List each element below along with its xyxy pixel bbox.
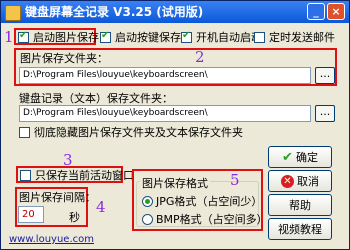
hide-folders-checkbox[interactable]: 彻底隐藏图片保存文件夹及文本保存文件夹 bbox=[19, 125, 243, 139]
checkbox-box bbox=[18, 30, 29, 43]
image-folder-label: 图片保存文件夹： bbox=[20, 52, 108, 65]
help-button[interactable]: 帮助 bbox=[268, 194, 332, 216]
cancel-icon: ✕ bbox=[281, 174, 294, 188]
active-window-only-checkbox[interactable]: 只保存当前活动窗口 bbox=[20, 168, 134, 182]
annotation-4: 4 bbox=[96, 198, 106, 216]
start-image-save-checkbox[interactable]: 启动图片保存 bbox=[18, 30, 99, 44]
text-folder-label: 键盘记录（文本）保存文件夹： bbox=[19, 92, 173, 105]
window-title: 键盘屏幕全记录 V3.25 (试用版) bbox=[25, 5, 204, 19]
auto-start-checkbox[interactable]: 开机自动启动 bbox=[181, 30, 262, 44]
cancel-button[interactable]: ✕ 取消 bbox=[268, 170, 332, 192]
checkbox-box bbox=[19, 126, 30, 138]
ok-button[interactable]: ✔ 确定 bbox=[268, 146, 332, 168]
timed-email-checkbox[interactable]: 定时发送邮件 bbox=[254, 30, 335, 44]
title-bar: 键盘屏幕全记录 V3.25 (试用版) _ × bbox=[1, 1, 349, 23]
radio-dot bbox=[142, 195, 153, 207]
checkbox-box bbox=[254, 31, 265, 43]
radio-dot bbox=[142, 213, 153, 225]
annotation-5: 5 bbox=[230, 171, 240, 189]
check-icon: ✔ bbox=[282, 149, 293, 165]
close-button[interactable]: × bbox=[327, 3, 345, 20]
image-folder-browse-button[interactable]: ... bbox=[315, 67, 335, 84]
interval-input[interactable]: 20 bbox=[18, 206, 44, 223]
website-link[interactable]: www.louyue.com bbox=[9, 234, 94, 245]
checkbox-box bbox=[181, 30, 192, 43]
annotation-1: 1 bbox=[4, 28, 14, 46]
checkbox-box bbox=[100, 30, 111, 43]
text-folder-browse-button[interactable]: ... bbox=[315, 105, 335, 122]
start-key-save-checkbox[interactable]: 启动按键保存 bbox=[100, 30, 181, 44]
app-icon bbox=[5, 5, 21, 21]
text-folder-input[interactable]: D:\Program Files\louyue\keyboardscreen\ bbox=[19, 105, 311, 122]
app-window: 键盘屏幕全记录 V3.25 (试用版) _ × 1 启动图片保存 启动按键保存 … bbox=[0, 0, 350, 250]
interval-label: 图片保存间隔： bbox=[19, 191, 96, 204]
bmp-format-radio[interactable]: BMP格式（占空间多） bbox=[142, 211, 268, 227]
format-group-title: 图片保存格式 bbox=[140, 175, 210, 191]
minimize-button[interactable]: _ bbox=[307, 3, 325, 20]
interval-unit: 秒 bbox=[69, 211, 80, 224]
annotation-2: 2 bbox=[195, 48, 205, 66]
checkbox-box bbox=[20, 169, 31, 181]
jpg-format-radio[interactable]: JPG格式（占空间少） bbox=[142, 193, 262, 209]
image-folder-input[interactable]: D:\Program Files\louyue\keyboardscreen\ bbox=[19, 67, 311, 84]
video-tutorial-button[interactable]: 视频教程 bbox=[268, 218, 332, 240]
